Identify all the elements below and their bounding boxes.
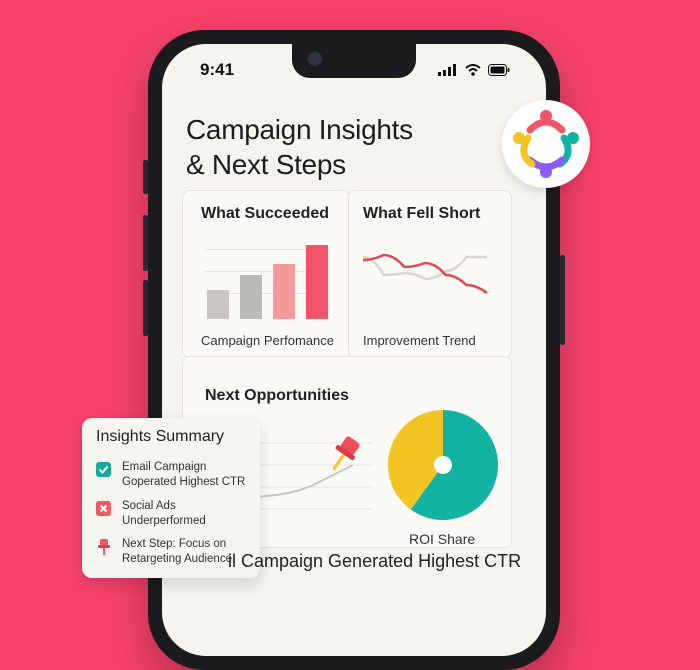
bar-chart: [207, 241, 337, 319]
trend-series-line: [362, 255, 487, 281]
signal-icon: [438, 64, 456, 76]
chart-caption: Improvement Trend: [363, 333, 476, 348]
card-heading: What Succeeded: [201, 205, 330, 222]
summary-item-text: Email Campaign Goperated Highest CTR: [122, 461, 246, 488]
status-time: 9:41: [200, 60, 235, 79]
roi-pie-chart: [388, 410, 498, 520]
chart-caption: Campaign Perfomance: [201, 333, 334, 348]
wifi-icon: [465, 64, 481, 76]
page-title-line1: Campaign Insights: [186, 114, 413, 145]
bottom-insight-text: il Campaign Generated Highest CTR: [228, 551, 522, 571]
team-logo: [502, 100, 590, 188]
notch: [292, 44, 416, 78]
bar: [306, 245, 328, 319]
check-icon: [96, 462, 111, 477]
card-heading: What Fell Short: [363, 205, 481, 222]
phone-power-button: [560, 255, 565, 345]
summary-title: Insights Summary: [96, 428, 225, 445]
page-title: Campaign Insights & Next Steps: [186, 112, 516, 182]
bar: [240, 275, 262, 319]
line-chart: [362, 253, 488, 294]
summary-item-text: Social Ads Underperformed: [122, 500, 206, 527]
phone-volume-down-button: [143, 280, 148, 336]
pin-icon: [97, 538, 111, 561]
chart-caption: ROI Share: [409, 531, 476, 547]
phone-side-button: [143, 160, 148, 194]
pushpin-icon: [332, 436, 360, 471]
bar: [273, 264, 295, 319]
phone-volume-up-button: [143, 215, 148, 271]
x-icon: [96, 501, 111, 516]
bar: [207, 290, 229, 319]
pie-center-hole: [434, 456, 452, 474]
team-circle-icon: [513, 110, 579, 178]
card-what-succeeded[interactable]: What Succeeded Campaign Perfomance: [182, 190, 350, 358]
camera-icon: [308, 52, 322, 66]
card-heading: Next Opportunities: [205, 387, 350, 404]
page-title-line2: & Next Steps: [186, 149, 346, 180]
battery-icon: [488, 64, 510, 76]
card-what-fell-short[interactable]: What Fell Short Improvement Trend: [348, 190, 512, 358]
trend-series-line: [362, 253, 488, 294]
status-icons: [438, 64, 510, 76]
